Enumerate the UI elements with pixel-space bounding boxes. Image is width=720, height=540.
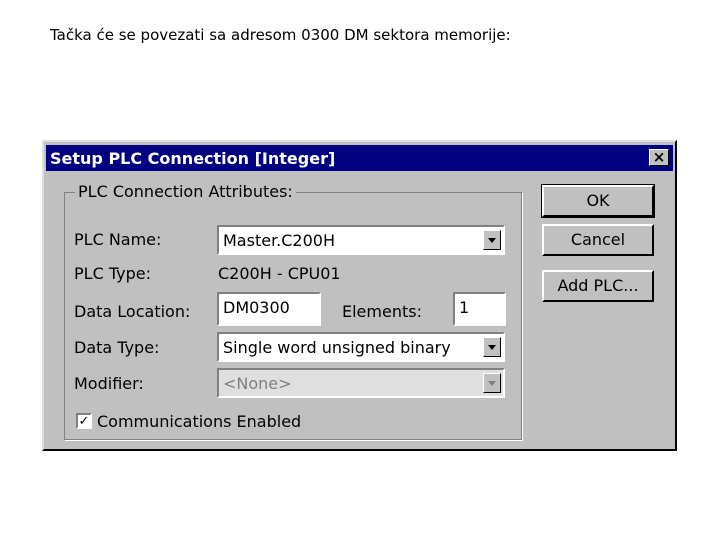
data-location-input[interactable]: DM0300 [217,292,321,326]
close-button[interactable]: × [649,149,669,166]
chevron-down-icon [483,373,501,393]
plc-type-value: C200H - CPU01 [218,264,341,283]
dialog-title-bar[interactable]: Setup PLC Connection [Integer] × [46,145,673,171]
communications-enabled-label[interactable]: Communications Enabled [97,412,301,431]
data-location-value: DM0300 [223,298,290,317]
close-icon: × [652,148,666,166]
checkmark-icon: ✓ [78,413,90,428]
chevron-down-icon[interactable] [483,337,501,357]
setup-plc-connection-dialog: Setup PLC Connection [Integer] × PLC Con… [42,140,677,451]
ok-button[interactable]: OK [541,184,655,218]
plc-name-value: Master.C200H [223,231,335,250]
group-label: PLC Connection Attributes: [75,182,296,201]
plc-name-label: PLC Name: [74,230,162,249]
modifier-label: Modifier: [74,374,144,393]
slide-caption: Tačka će se povezati sa adresom 0300 DM … [50,26,511,44]
elements-input[interactable]: 1 [453,292,506,326]
cancel-button[interactable]: Cancel [542,224,654,256]
elements-value: 1 [459,298,470,317]
data-type-value: Single word unsigned binary [223,338,451,357]
plc-type-label: PLC Type: [74,264,151,283]
add-plc-button[interactable]: Add PLC... [542,270,654,302]
chevron-down-icon[interactable] [483,230,501,250]
data-type-label: Data Type: [74,338,160,357]
communications-enabled-checkbox[interactable]: ✓ [76,413,92,429]
modifier-select[interactable]: <None> [217,368,505,398]
data-type-select[interactable]: Single word unsigned binary [217,332,505,362]
plc-name-select[interactable]: Master.C200H [217,225,505,255]
data-location-label: Data Location: [74,302,191,321]
dialog-title: Setup PLC Connection [Integer] [50,149,336,168]
modifier-value: <None> [223,374,292,393]
elements-label: Elements: [342,302,422,321]
